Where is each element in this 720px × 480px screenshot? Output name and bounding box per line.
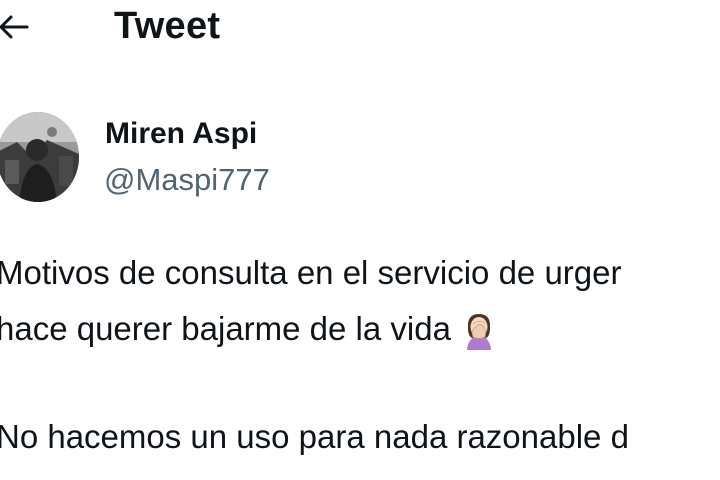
- tweet-line-with-emoji: hace querer bajarme de la vida: [0, 301, 720, 357]
- avatar[interactable]: [0, 112, 79, 202]
- top-bar: Tweet: [0, 0, 720, 56]
- tweet-page: Tweet Miren Aspi @Maspi777 Motivos de co…: [0, 0, 720, 480]
- avatar-photo-icon: [0, 112, 79, 202]
- page-title: Tweet: [114, 5, 221, 47]
- tweet-author: Miren Aspi @Maspi777: [0, 108, 720, 208]
- tweet-line: hace querer bajarme de la vida: [0, 310, 451, 347]
- back-button[interactable]: [0, 10, 34, 44]
- tweet-line: No hacemos un uso para nada razonable d: [0, 418, 629, 455]
- arrow-left-icon: [0, 15, 29, 39]
- woman-facepalming-icon: [461, 310, 497, 350]
- tweet-line: Motivos de consulta en el servicio de ur…: [0, 254, 622, 291]
- author-name[interactable]: Miren Aspi: [105, 116, 257, 152]
- author-handle[interactable]: @Maspi777: [104, 162, 270, 198]
- tweet-text: Motivos de consulta en el servicio de ur…: [0, 245, 720, 465]
